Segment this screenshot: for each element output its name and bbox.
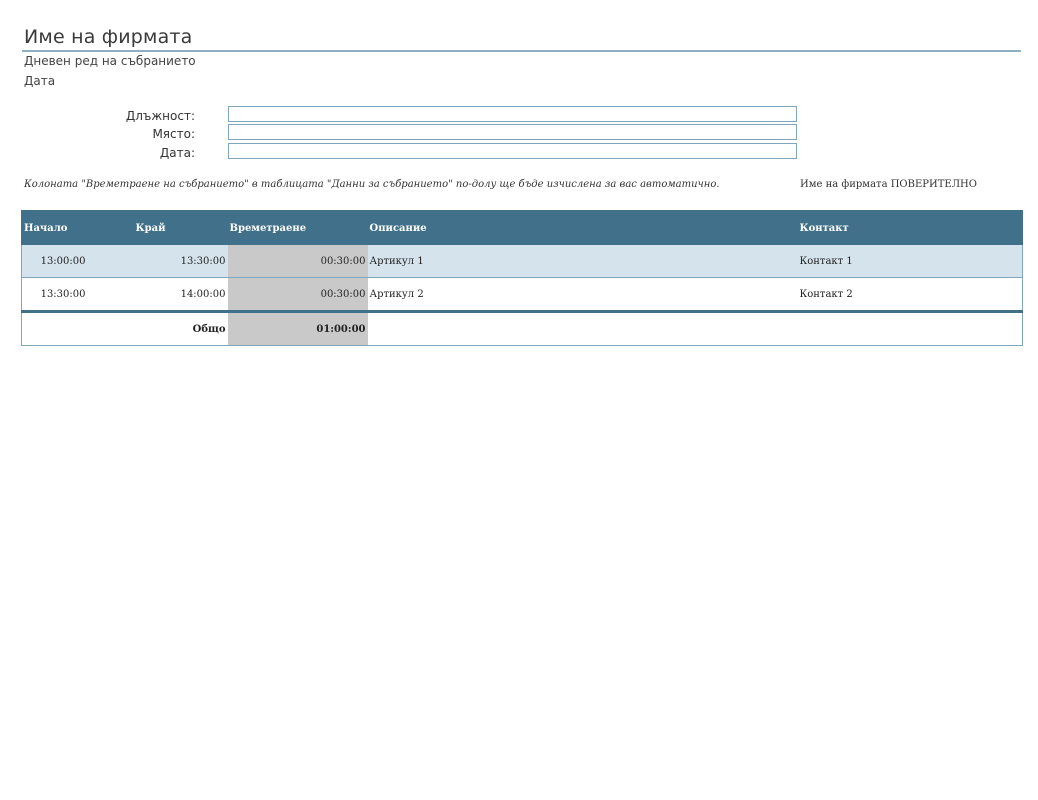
location-field[interactable]: [228, 124, 797, 140]
contact-cell[interactable]: Контакт 2: [797, 277, 1023, 312]
column-header-contact[interactable]: Контакт: [797, 210, 1023, 245]
position-label: Длъжност:: [125, 109, 195, 123]
description-cell[interactable]: Артикул 2: [367, 277, 798, 312]
title-divider: [22, 50, 1021, 52]
end-cell[interactable]: 13:30:00: [87, 245, 228, 278]
duration-cell[interactable]: 00:30:00: [227, 277, 368, 312]
total-row: Общо 01:00:00: [21, 310, 1023, 346]
date-field[interactable]: [228, 143, 797, 159]
total-empty-cell: [21, 310, 88, 346]
company-name: Име на фирмата: [24, 26, 193, 48]
total-contact-cell: [797, 310, 1023, 346]
document-date: Дата: [24, 74, 56, 88]
agenda-table: Начало Край Времетраене Описание Контакт…: [21, 210, 1023, 346]
duration-cell[interactable]: 00:30:00: [227, 245, 368, 278]
agenda-subtitle: Дневен ред на събранието: [24, 54, 196, 68]
column-header-duration[interactable]: Времетраене: [227, 210, 368, 245]
position-field[interactable]: [228, 106, 797, 122]
column-header-start[interactable]: Начало: [21, 210, 88, 245]
total-description-cell: [367, 310, 798, 346]
total-label: Общо: [87, 310, 228, 346]
contact-cell[interactable]: Контакт 1: [797, 245, 1023, 278]
start-cell[interactable]: 13:30:00: [21, 277, 88, 312]
location-label: Място:: [152, 127, 195, 141]
date-label: Дата:: [159, 146, 195, 160]
description-cell[interactable]: Артикул 1: [367, 245, 798, 278]
table-row: 13:30:00 14:00:00 00:30:00 Артикул 2 Кон…: [21, 277, 1023, 312]
column-header-end[interactable]: Край: [87, 210, 228, 245]
confidential-label: Име на фирмата ПОВЕРИТЕЛНО: [800, 179, 977, 190]
column-header-description[interactable]: Описание: [367, 210, 798, 245]
end-cell[interactable]: 14:00:00: [87, 277, 228, 312]
table-row: 13:00:00 13:30:00 00:30:00 Артикул 1 Кон…: [21, 245, 1023, 278]
table-header-row: Начало Край Времетраене Описание Контакт: [21, 210, 1023, 245]
start-cell[interactable]: 13:00:00: [21, 245, 88, 278]
total-duration: 01:00:00: [227, 310, 368, 346]
auto-calc-note: Колоната "Времетраене на събранието" в т…: [24, 179, 720, 190]
